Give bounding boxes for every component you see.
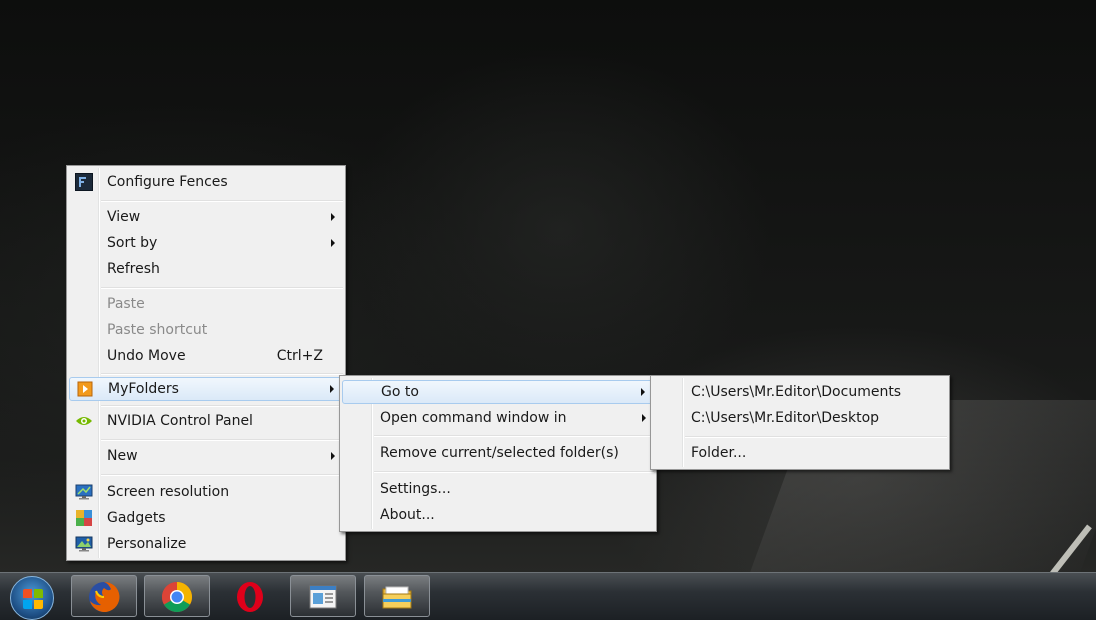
menu-item-label: Folder... [691,445,747,461]
menu-separator [101,287,343,289]
menu-item-label: Undo Move [107,348,186,364]
gadgets-icon [75,509,93,527]
taskbar-firefox-button[interactable] [71,575,137,617]
menu-item-label: New [107,448,138,464]
menu-item-configure-fences[interactable]: Configure Fences [69,170,343,194]
menu-item-label: About... [380,507,435,523]
menu-item-label: Configure Fences [107,174,228,190]
menu-separator [374,435,654,437]
window-app-icon [309,585,337,609]
menu-separator [101,200,343,202]
menu-item-label: Screen resolution [107,484,230,500]
opera-icon [237,582,263,612]
menu-item-label: Paste shortcut [107,322,208,338]
menu-item-undo-move[interactable]: Undo Move Ctrl+Z [69,344,343,368]
windows-logo-icon [23,589,43,609]
menu-item-myfolders[interactable]: MyFolders [69,377,343,401]
menu-item-label: Paste [107,296,145,312]
menu-item-nvidia-control-panel[interactable]: NVIDIA Control Panel [69,409,343,433]
taskbar-opera-button[interactable] [217,575,283,617]
menu-item-label: Go to [381,384,419,400]
menu-item-gadgets[interactable]: Gadgets [69,506,343,530]
menu-item-folder-browse[interactable]: Folder... [653,441,947,465]
menu-item-go-to[interactable]: Go to [342,380,654,404]
submenu-arrow-icon [331,213,335,221]
chrome-icon [161,582,193,613]
menu-separator [101,373,343,375]
menu-item-remove-folders[interactable]: Remove current/selected folder(s) [342,441,654,465]
goto-submenu: C:\Users\Mr.Editor\Documents C:\Users\Mr… [650,375,950,470]
submenu-arrow-icon [331,239,335,247]
menu-separator [101,405,343,407]
menu-item-paste-shortcut[interactable]: Paste shortcut [69,318,343,342]
taskbar-chrome-button[interactable] [144,575,210,617]
desktop-context-menu: Configure Fences View Sort by Refresh Pa… [66,165,346,561]
submenu-arrow-icon [641,388,645,396]
menu-item-open-command-window[interactable]: Open command window in [342,406,654,430]
menu-item-settings[interactable]: Settings... [342,477,654,501]
taskbar-explorer-button[interactable] [364,575,430,617]
menu-item-label: Personalize [107,536,187,552]
menu-item-label: View [107,209,141,225]
menu-separator [101,474,343,476]
personalize-icon [75,535,93,553]
nvidia-icon [75,412,93,430]
menu-item-screen-resolution[interactable]: Screen resolution [69,480,343,504]
menu-item-desktop-folder[interactable]: C:\Users\Mr.Editor\Desktop [653,406,947,430]
menu-item-new[interactable]: New [69,444,343,468]
taskbar-window-app-button[interactable] [290,575,356,617]
menu-item-label: Open command window in [380,410,567,426]
menu-separator [101,439,343,441]
menu-item-label: MyFolders [108,381,179,397]
submenu-arrow-icon [330,385,334,393]
menu-item-label: Settings... [380,481,451,497]
menu-item-documents-folder[interactable]: C:\Users\Mr.Editor\Documents [653,380,947,404]
fences-icon [75,173,93,191]
menu-item-view[interactable]: View [69,205,343,229]
menu-item-label: Sort by [107,235,158,251]
menu-item-label: C:\Users\Mr.Editor\Documents [691,384,902,400]
menu-item-label: Remove current/selected folder(s) [380,445,619,461]
menu-item-label: C:\Users\Mr.Editor\Desktop [691,410,880,426]
file-explorer-icon [382,586,412,609]
submenu-arrow-icon [331,452,335,460]
menu-item-about[interactable]: About... [342,503,654,527]
firefox-icon [89,581,120,612]
myfolders-submenu: Go to Open command window in Remove curr… [339,375,657,532]
menu-item-paste[interactable]: Paste [69,292,343,316]
menu-item-sort-by[interactable]: Sort by [69,231,343,255]
taskbar [0,572,1096,620]
start-button[interactable] [10,576,54,620]
menu-item-refresh[interactable]: Refresh [69,257,343,281]
screen-resolution-icon [75,483,93,501]
submenu-arrow-icon [642,414,646,422]
menu-item-label: Refresh [107,261,160,277]
menu-item-personalize[interactable]: Personalize [69,532,343,556]
menu-separator [685,436,947,438]
shortcut-label: Ctrl+Z [276,348,323,364]
menu-separator [374,471,654,473]
menu-item-label: Gadgets [107,510,166,526]
myfolders-icon [76,380,94,398]
menu-item-label: NVIDIA Control Panel [107,413,253,429]
